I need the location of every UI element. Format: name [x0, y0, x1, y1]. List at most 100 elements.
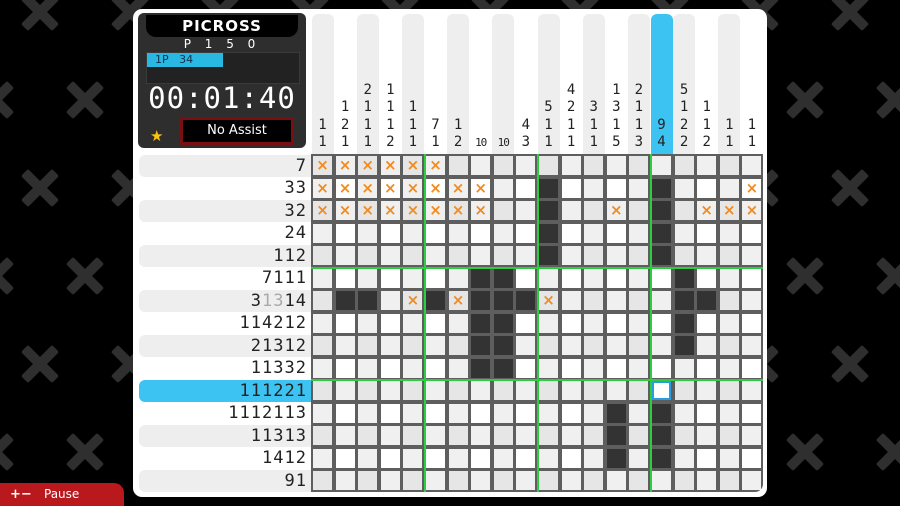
empty-cell[interactable]: [539, 358, 558, 378]
empty-cell[interactable]: [719, 156, 739, 175]
empty-cell[interactable]: [561, 358, 581, 378]
empty-cell[interactable]: [313, 471, 332, 491]
empty-cell[interactable]: [448, 246, 468, 266]
empty-cell[interactable]: [697, 178, 717, 198]
filled-cell[interactable]: [697, 291, 717, 311]
empty-cell[interactable]: [584, 156, 604, 175]
empty-cell[interactable]: [674, 403, 694, 423]
filled-cell[interactable]: [493, 268, 513, 288]
empty-cell[interactable]: [697, 381, 717, 401]
empty-cell[interactable]: [606, 268, 626, 288]
empty-cell[interactable]: [697, 313, 717, 333]
empty-cell[interactable]: [584, 336, 604, 356]
empty-cell[interactable]: [561, 178, 581, 198]
empty-cell[interactable]: [380, 268, 400, 288]
empty-cell[interactable]: [380, 291, 400, 311]
empty-cell[interactable]: [380, 426, 400, 446]
empty-cell[interactable]: [652, 268, 671, 288]
empty-cell[interactable]: [742, 291, 762, 311]
empty-cell[interactable]: [629, 291, 649, 311]
filled-cell[interactable]: [335, 291, 355, 311]
empty-cell[interactable]: [629, 223, 649, 243]
empty-cell[interactable]: [606, 156, 626, 175]
empty-cell[interactable]: [742, 313, 762, 333]
empty-cell[interactable]: [516, 426, 536, 446]
empty-cell[interactable]: [719, 178, 739, 198]
marked-cell[interactable]: ×: [448, 178, 468, 198]
empty-cell[interactable]: [629, 246, 649, 266]
empty-cell[interactable]: [674, 246, 694, 266]
empty-cell[interactable]: [448, 336, 468, 356]
empty-cell[interactable]: [629, 201, 649, 221]
empty-cell[interactable]: [471, 156, 491, 175]
empty-cell[interactable]: [584, 426, 604, 446]
marked-cell[interactable]: ×: [539, 291, 558, 311]
marked-cell[interactable]: ×: [606, 201, 626, 221]
empty-cell[interactable]: [697, 336, 717, 356]
empty-cell[interactable]: [629, 156, 649, 175]
empty-cell[interactable]: [629, 403, 649, 423]
marked-cell[interactable]: ×: [358, 201, 378, 221]
filled-cell[interactable]: [539, 201, 558, 221]
empty-cell[interactable]: [561, 448, 581, 468]
empty-cell[interactable]: [426, 223, 445, 243]
empty-cell[interactable]: [584, 448, 604, 468]
filled-cell[interactable]: [652, 403, 671, 423]
empty-cell[interactable]: [403, 336, 423, 356]
marked-cell[interactable]: ×: [380, 156, 400, 175]
empty-cell[interactable]: [584, 268, 604, 288]
empty-cell[interactable]: [742, 381, 762, 401]
empty-cell[interactable]: [561, 403, 581, 423]
empty-cell[interactable]: [719, 223, 739, 243]
empty-cell[interactable]: [606, 358, 626, 378]
empty-cell[interactable]: [426, 358, 445, 378]
filled-cell[interactable]: [652, 201, 671, 221]
empty-cell[interactable]: [380, 336, 400, 356]
empty-cell[interactable]: [516, 313, 536, 333]
filled-cell[interactable]: [674, 291, 694, 311]
marked-cell[interactable]: ×: [719, 201, 739, 221]
empty-cell[interactable]: [313, 381, 332, 401]
empty-cell[interactable]: [742, 156, 762, 175]
empty-cell[interactable]: [697, 268, 717, 288]
filled-cell[interactable]: [652, 178, 671, 198]
empty-cell[interactable]: [516, 268, 536, 288]
empty-cell[interactable]: [493, 448, 513, 468]
empty-cell[interactable]: [516, 246, 536, 266]
empty-cell[interactable]: [403, 381, 423, 401]
marked-cell[interactable]: ×: [358, 178, 378, 198]
empty-cell[interactable]: [335, 313, 355, 333]
empty-cell[interactable]: [652, 156, 671, 175]
empty-cell[interactable]: [719, 291, 739, 311]
empty-cell[interactable]: [403, 313, 423, 333]
empty-cell[interactable]: [584, 358, 604, 378]
empty-cell[interactable]: [493, 471, 513, 491]
empty-cell[interactable]: [493, 426, 513, 446]
filled-cell[interactable]: [471, 336, 491, 356]
marked-cell[interactable]: ×: [471, 201, 491, 221]
empty-cell[interactable]: [313, 268, 332, 288]
empty-cell[interactable]: [697, 426, 717, 446]
filled-cell[interactable]: [471, 291, 491, 311]
filled-cell[interactable]: [652, 246, 671, 266]
filled-cell[interactable]: [471, 268, 491, 288]
marked-cell[interactable]: ×: [448, 291, 468, 311]
empty-cell[interactable]: [493, 223, 513, 243]
empty-cell[interactable]: [697, 448, 717, 468]
empty-cell[interactable]: [606, 313, 626, 333]
empty-cell[interactable]: [313, 313, 332, 333]
empty-cell[interactable]: [335, 381, 355, 401]
marked-cell[interactable]: ×: [426, 178, 445, 198]
empty-cell[interactable]: [539, 448, 558, 468]
empty-cell[interactable]: [380, 223, 400, 243]
empty-cell[interactable]: [358, 426, 378, 446]
empty-cell[interactable]: [471, 246, 491, 266]
empty-cell[interactable]: [629, 313, 649, 333]
empty-cell[interactable]: [380, 358, 400, 378]
empty-cell[interactable]: [335, 268, 355, 288]
marked-cell[interactable]: ×: [313, 156, 332, 175]
empty-cell[interactable]: [629, 448, 649, 468]
empty-cell[interactable]: [584, 313, 604, 333]
marked-cell[interactable]: ×: [313, 178, 332, 198]
empty-cell[interactable]: [380, 403, 400, 423]
